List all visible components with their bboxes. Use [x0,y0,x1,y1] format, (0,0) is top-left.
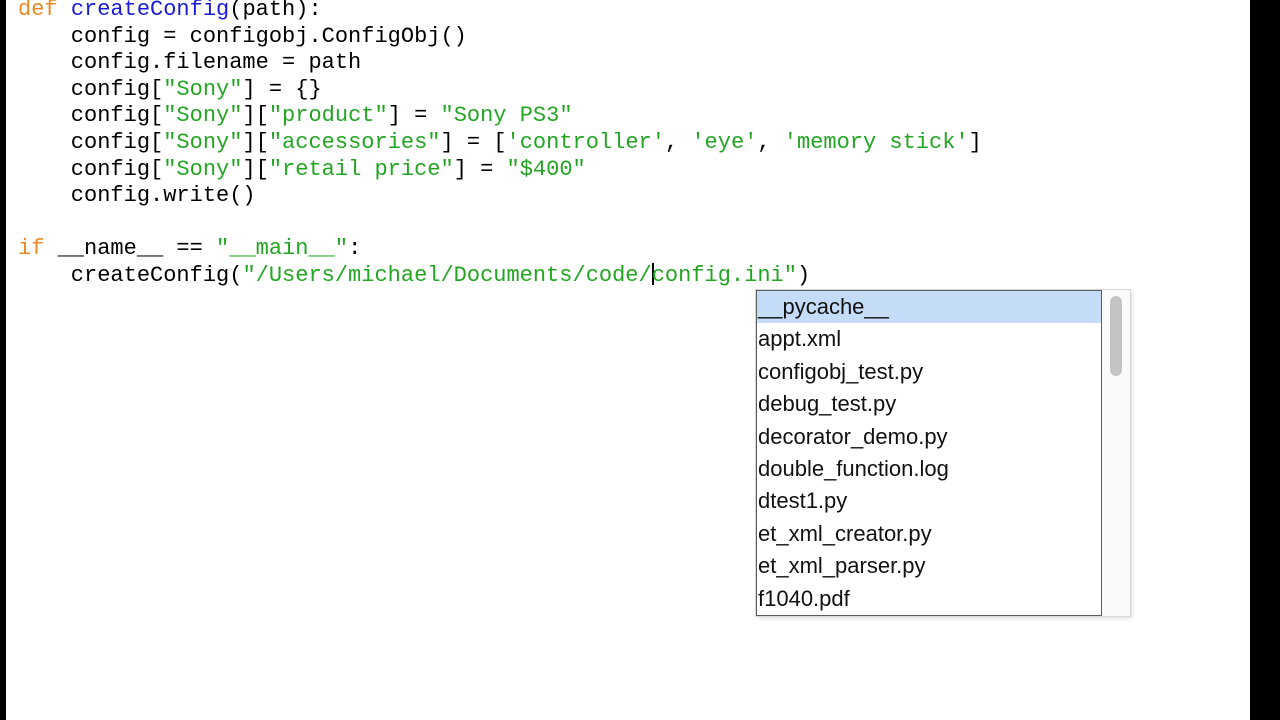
code-token: config[ [18,130,164,155]
code-line[interactable]: config["Sony"] = {} [18,77,322,104]
string-token: 'controller' [506,130,665,155]
autocomplete-item[interactable]: et_xml_parser.py [757,550,1101,582]
code-token: : [348,236,362,262]
autocomplete-item[interactable]: et_xml_creator.py [757,518,1101,550]
code-line[interactable]: config = configobj.ConfigObj() [18,24,467,51]
code-token: ] = {} [242,76,322,102]
code-token: config[ [18,76,164,102]
code-token: config.write() [18,183,256,209]
code-line[interactable]: config.write() [18,183,256,210]
autocomplete-list[interactable]: __pycache__ appt.xml configobj_test.py debu… [756,290,1102,616]
code-token: ] = [453,156,507,182]
code-line[interactable]: config["Sony"]["retail price"] = "$400" [18,157,586,184]
autocomplete-scrollbar[interactable] [1102,290,1130,616]
string-token: "Sony" [163,76,243,102]
autocomplete-item[interactable]: f1040.pdf [757,583,1101,615]
autocomplete-item[interactable]: decorator_demo.py [757,421,1101,453]
string-token: "/Users/michael/Documents/code/ [242,263,652,288]
code-token: config[ [18,103,164,129]
autocomplete-item[interactable]: appt.xml [757,323,1101,355]
code-line[interactable]: config["Sony"]["accessories"] = ['contro… [18,130,982,157]
code-token: __name__ == [44,236,217,262]
string-token: "Sony" [163,103,243,129]
string-token: "__main__" [216,236,349,262]
string-token: "product" [268,103,388,129]
code-token: , [664,130,692,155]
code-token: config[ [18,156,164,182]
string-token: "Sony PS3" [440,103,573,129]
autocomplete-item[interactable]: double_function.log [757,453,1101,485]
code-token: config = configobj.ConfigObj() [18,23,467,49]
string-token: "accessories" [268,130,441,155]
string-token: config.ini" [651,263,797,288]
code-token: ] = [ [440,130,507,155]
autocomplete-popup[interactable]: __pycache__ appt.xml configobj_test.py debu… [756,290,1130,616]
keyword-token: if [18,236,45,262]
autocomplete-item[interactable]: dtest1.py [757,485,1101,517]
autocomplete-item[interactable]: __pycache__ [757,291,1101,324]
code-token: config.filename = path [18,50,362,76]
code-token: , [757,130,784,155]
function-name-token: createConfig [70,0,230,22]
code-token: ] [968,130,982,155]
autocomplete-item[interactable]: configobj_test.py [757,356,1101,388]
string-token: 'memory stick' [783,130,969,155]
code-editor[interactable]: def createConfig(path): config = configo… [6,0,1250,720]
string-token: "$400" [506,156,586,182]
code-line[interactable]: if __name__ == "__main__": [18,236,361,263]
string-token: 'eye' [691,130,758,155]
keyword-token: def [18,0,58,22]
code-token: ][ [242,156,269,182]
code-line[interactable]: createConfig("/Users/michael/Documents/c… [18,263,810,290]
code-token: ] = [387,103,441,129]
code-line[interactable]: def createConfig(path): [18,0,322,24]
code-line[interactable]: config.filename = path [18,50,361,77]
code-token: ][ [242,103,269,129]
string-token: "retail price" [268,156,454,182]
code-token: ][ [242,130,269,155]
code-line[interactable]: config["Sony"]["product"] = "Sony PS3" [18,103,573,130]
code-token: (path): [229,0,322,22]
code-token: ) [796,263,811,288]
scrollbar-thumb[interactable] [1110,296,1122,376]
code-token: createConfig( [18,263,243,288]
string-token: "Sony" [163,130,243,155]
string-token: "Sony" [163,156,243,182]
autocomplete-item[interactable]: debug_test.py [757,388,1101,420]
